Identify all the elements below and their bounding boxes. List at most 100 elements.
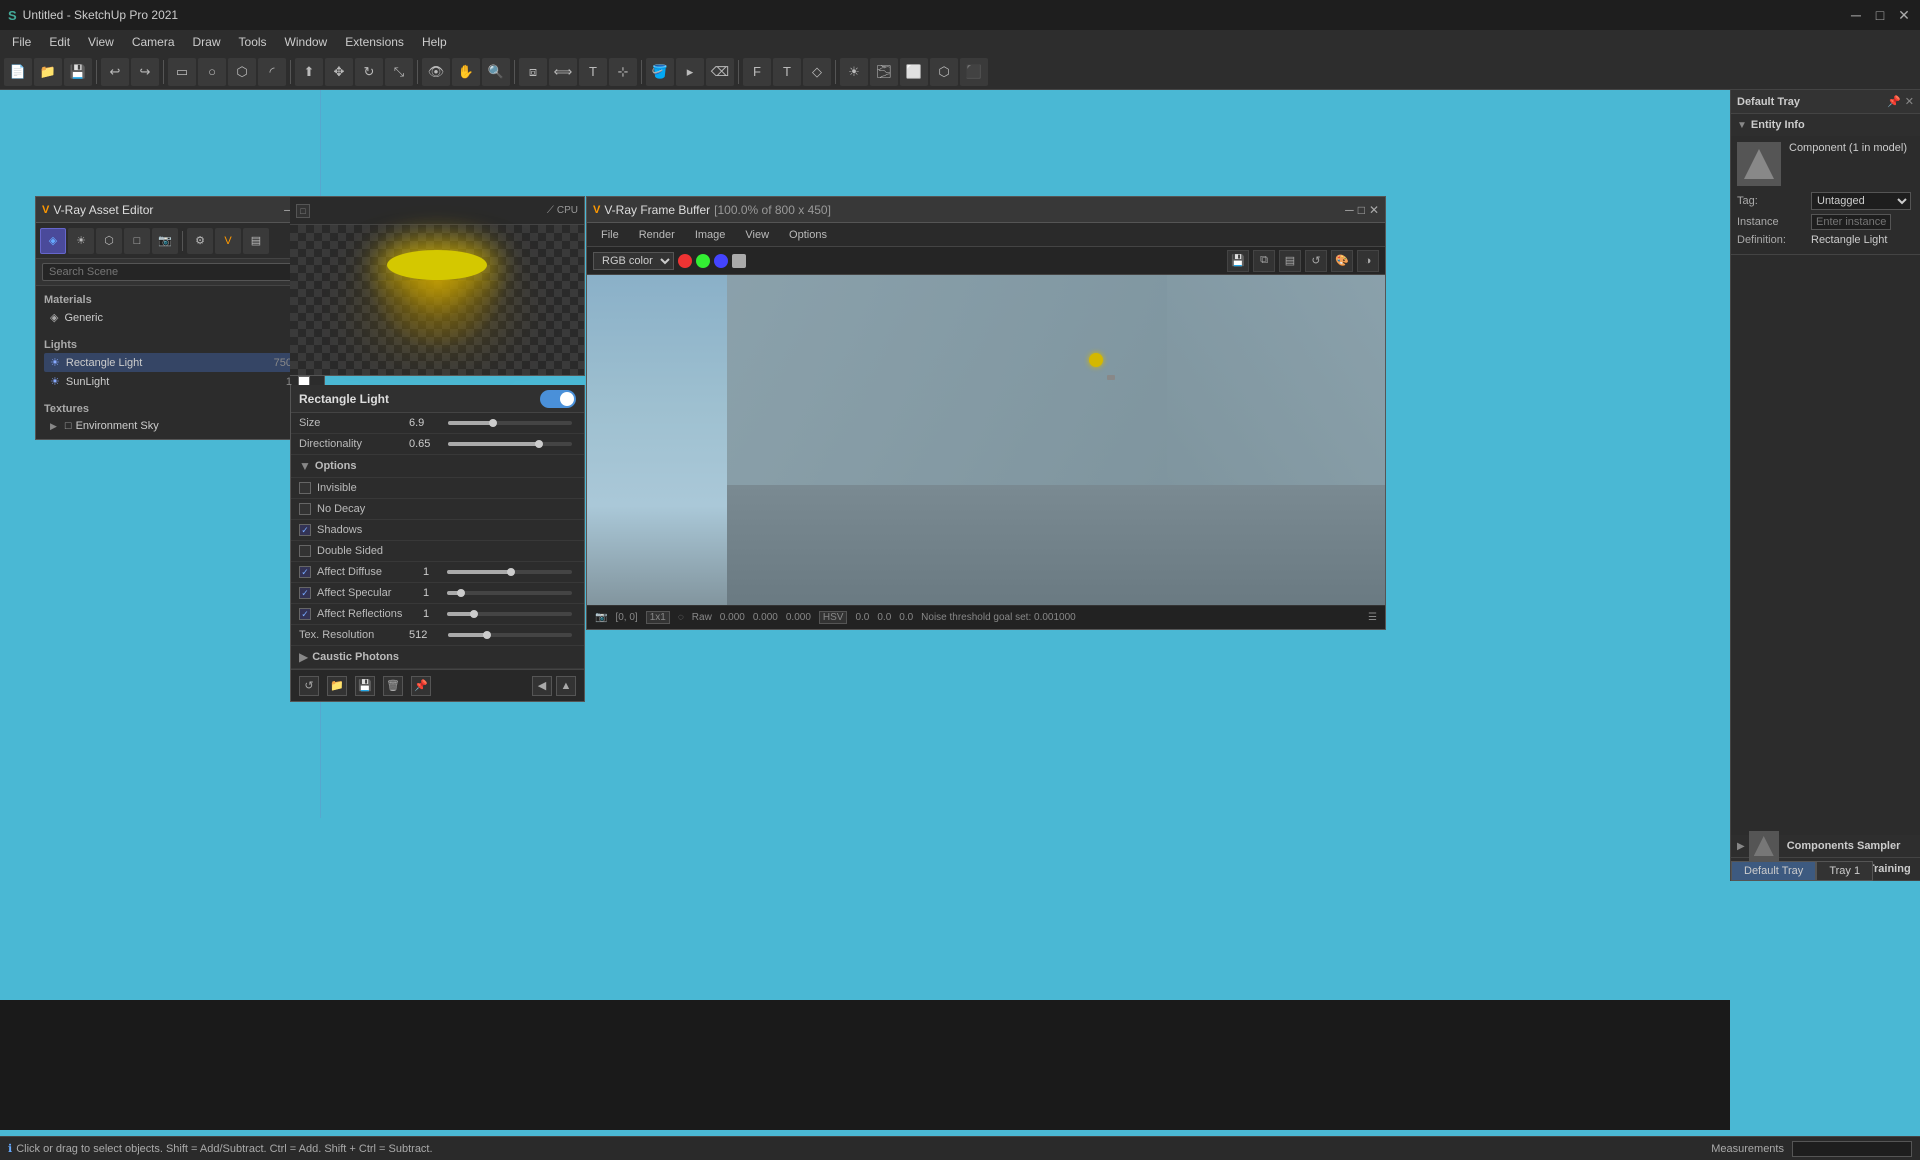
lp-affect-diffuse-slider[interactable] xyxy=(447,570,572,574)
select-tool[interactable]: ▸ xyxy=(676,58,704,86)
vfb-green-channel[interactable] xyxy=(696,254,710,268)
vfb-maximize-button[interactable]: □ xyxy=(1358,203,1365,217)
text-tool[interactable]: T xyxy=(579,58,607,86)
lp-next-btn[interactable]: ▲ xyxy=(556,676,576,696)
menu-file[interactable]: File xyxy=(4,33,39,51)
view-front[interactable]: F xyxy=(743,58,771,86)
vfb-settings-icon[interactable]: ☰ xyxy=(1368,612,1377,623)
lp-directionality-value[interactable]: 0.65 xyxy=(409,438,444,450)
tray1-tab[interactable]: Tray 1 xyxy=(1816,861,1873,881)
ae-materials-btn[interactable]: ◈ xyxy=(40,228,66,254)
fog-tool[interactable]: 🌫 xyxy=(870,58,898,86)
lp-affect-specular-slider[interactable] xyxy=(447,591,572,595)
rect-tool[interactable]: ▭ xyxy=(168,58,196,86)
axes-tool[interactable]: ⊹ xyxy=(609,58,637,86)
lp-tex-resolution-value[interactable]: 512 xyxy=(409,629,444,641)
redo-tool[interactable]: ↪ xyxy=(131,58,159,86)
section-tool[interactable]: ⧈ xyxy=(519,58,547,86)
camera-orbit[interactable]: 👁 xyxy=(422,58,450,86)
vfb-menu-render[interactable]: Render xyxy=(631,227,683,243)
lp-affect-reflections-checkbox[interactable]: ✓ xyxy=(299,608,311,620)
measurements-input[interactable] xyxy=(1792,1141,1912,1157)
arc-tool[interactable]: ◜ xyxy=(258,58,286,86)
maximize-button[interactable]: □ xyxy=(1872,7,1888,23)
default-tray-tab[interactable]: Default Tray xyxy=(1731,861,1816,881)
lp-options-section[interactable]: ▼ Options xyxy=(291,455,584,478)
ae-lights-btn[interactable]: ☀ xyxy=(68,228,94,254)
ae-view-btn[interactable]: ▤ xyxy=(243,228,269,254)
vfb-color-mode-select[interactable]: RGB color xyxy=(593,252,674,270)
vfb-minimize-button[interactable]: ─ xyxy=(1345,203,1354,217)
undo-tool[interactable]: ↩ xyxy=(101,58,129,86)
menu-help[interactable]: Help xyxy=(414,33,455,51)
lp-reset-btn[interactable]: ↺ xyxy=(299,676,319,696)
menu-tools[interactable]: Tools xyxy=(231,33,275,51)
lp-invisible-checkbox[interactable] xyxy=(299,482,311,494)
dim-tool[interactable]: ⟺ xyxy=(549,58,577,86)
move-tool[interactable]: ✥ xyxy=(325,58,353,86)
lp-affect-reflections-slider[interactable] xyxy=(447,612,572,616)
right-panel-close-icon[interactable]: ✕ xyxy=(1905,95,1914,108)
entity-info-header[interactable]: ▼ Entity Info xyxy=(1731,114,1920,136)
lp-nodecay-checkbox[interactable] xyxy=(299,503,311,515)
lp-folder-btn[interactable]: 📁 xyxy=(327,676,347,696)
menu-camera[interactable]: Camera xyxy=(124,33,183,51)
vfb-colorspace[interactable]: HSV xyxy=(819,611,848,624)
rotate-tool[interactable]: ↻ xyxy=(355,58,383,86)
lp-toggle[interactable] xyxy=(540,390,576,408)
lp-caustic-section[interactable]: ▶ Caustic Photons xyxy=(291,646,584,669)
preview-icon-btn[interactable]: □ xyxy=(296,204,310,218)
ae-item-sunlight[interactable]: ☀ SunLight 1 xyxy=(44,372,316,391)
lp-tex-resolution-slider[interactable] xyxy=(448,633,572,637)
menu-extensions[interactable]: Extensions xyxy=(337,33,412,51)
camera-pan[interactable]: ✋ xyxy=(452,58,480,86)
circle-tool[interactable]: ○ xyxy=(198,58,226,86)
lp-shadows-checkbox[interactable]: ✓ xyxy=(299,524,311,536)
open-tool[interactable]: 📁 xyxy=(34,58,62,86)
scale-tool[interactable]: ⤡ xyxy=(385,58,413,86)
lp-directionality-slider[interactable] xyxy=(448,442,572,446)
lp-affect-diffuse-checkbox[interactable]: ✓ xyxy=(299,566,311,578)
lp-save-btn[interactable]: 💾 xyxy=(355,676,375,696)
vfb-menu-image[interactable]: Image xyxy=(687,227,734,243)
ae-item-rect-light[interactable]: ☀ Rectangle Light 750 xyxy=(44,353,316,372)
lp-affect-specular-value[interactable]: 1 xyxy=(423,587,443,599)
xray-tool[interactable]: ⬜ xyxy=(900,58,928,86)
vfb-red-channel[interactable] xyxy=(678,254,692,268)
view-iso[interactable]: ◇ xyxy=(803,58,831,86)
components-sampler-header[interactable]: ▶ Components Sampler xyxy=(1731,835,1920,857)
lp-prev-btn[interactable]: ◀ xyxy=(532,676,552,696)
ae-geo-btn[interactable]: ⬡ xyxy=(96,228,122,254)
ae-item-env-sky[interactable]: ▶ □ Environment Sky xyxy=(44,417,316,435)
vfb-menu-view[interactable]: View xyxy=(737,227,777,243)
polygon-tool[interactable]: ⬡ xyxy=(228,58,256,86)
vfb-alpha-channel[interactable] xyxy=(732,254,746,268)
shadows-tool[interactable]: ☀ xyxy=(840,58,868,86)
vfb-tone-btn[interactable]: ◑ xyxy=(1357,250,1379,272)
camera-zoom[interactable]: 🔍 xyxy=(482,58,510,86)
lp-delete-btn[interactable]: 🗑 xyxy=(383,676,403,696)
lp-affect-reflections-value[interactable]: 1 xyxy=(423,608,443,620)
ae-item-generic[interactable]: ◈ Generic xyxy=(44,308,316,327)
ae-search-input[interactable] xyxy=(42,263,318,281)
wireframe-tool[interactable]: ⬡ xyxy=(930,58,958,86)
vfb-menu-file[interactable]: File xyxy=(593,227,627,243)
vfb-color-btn[interactable]: 🎨 xyxy=(1331,250,1353,272)
ae-vray-btn[interactable]: V xyxy=(215,228,241,254)
ae-camera-btn[interactable]: 📷 xyxy=(152,228,178,254)
vfb-reset-btn[interactable]: ↺ xyxy=(1305,250,1327,272)
vfb-save-btn[interactable]: 💾 xyxy=(1227,250,1249,272)
menu-window[interactable]: Window xyxy=(277,33,336,51)
view-top[interactable]: T xyxy=(773,58,801,86)
save-tool[interactable]: 💾 xyxy=(64,58,92,86)
vfb-compare-btn[interactable]: ⧉ xyxy=(1253,250,1275,272)
lp-pin-btn[interactable]: 📌 xyxy=(411,676,431,696)
lp-doublesided-checkbox[interactable] xyxy=(299,545,311,557)
lp-size-value[interactable]: 6.9 xyxy=(409,417,444,429)
vfb-close-button[interactable]: ✕ xyxy=(1369,203,1379,217)
lp-size-slider[interactable] xyxy=(448,421,572,425)
vfb-menu-options[interactable]: Options xyxy=(781,227,835,243)
menu-view[interactable]: View xyxy=(80,33,122,51)
ae-settings-btn[interactable]: ⚙ xyxy=(187,228,213,254)
entity-tag-select[interactable]: Untagged xyxy=(1811,192,1911,210)
